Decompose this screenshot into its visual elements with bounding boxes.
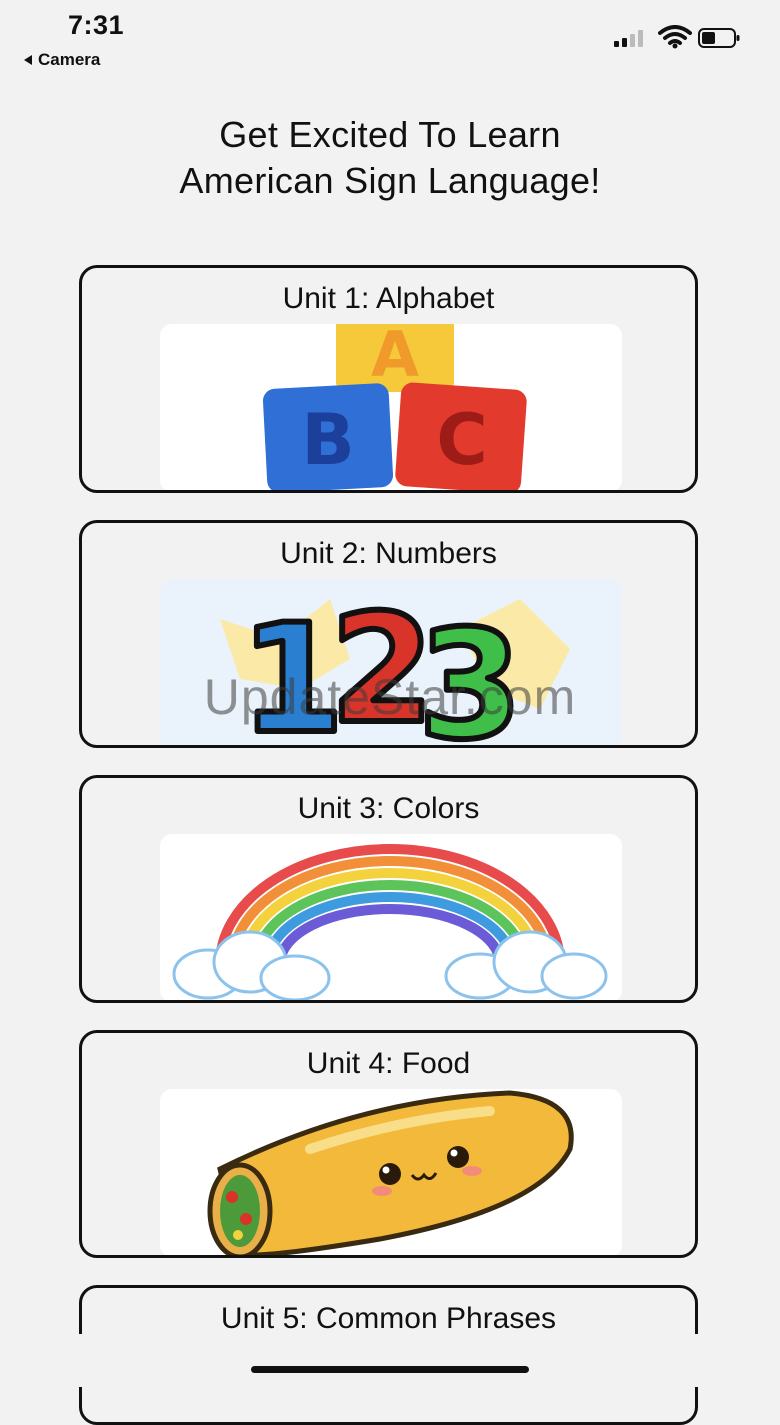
page-title: Get Excited To Learn American Sign Langu… [0,112,780,204]
svg-text:A: A [371,324,419,391]
wifi-icon [658,25,692,49]
abc-blocks-image: A B C [160,324,622,490]
unit-card-colors[interactable]: Unit 3: Colors [79,775,698,1003]
bottom-safe-area [0,1334,780,1387]
page-title-line1: Get Excited To Learn [219,114,561,155]
unit-card-alphabet[interactable]: Unit 1: Alphabet A B C [79,265,698,493]
numbers-123-image: 1 2 3 [160,579,622,747]
svg-text:B: B [301,399,354,481]
svg-text:3: 3 [418,599,522,747]
unit-label: Unit 5: Common Phrases [220,1302,557,1335]
battery-icon [698,28,740,48]
status-time: 7:31 [68,10,125,40]
page-title-line2: American Sign Language! [179,160,601,201]
back-triangle-icon [24,55,32,65]
unit-label: Unit 3: Colors [297,792,480,825]
cellular-signal-icon [614,29,643,47]
unit-label: Unit 2: Numbers [280,537,497,570]
unit-label: Unit 1: Alphabet [282,282,495,315]
home-indicator[interactable] [251,1366,529,1373]
unit-card-food[interactable]: Unit 4: Food [79,1030,698,1258]
unit-label: Unit 4: Food [306,1047,471,1080]
burrito-image [160,1089,622,1255]
status-bar: 7:31 Camera [0,0,780,80]
unit-card-numbers[interactable]: Unit 2: Numbers 1 2 3 [79,520,698,748]
rainbow-image [160,834,622,1000]
back-label: Camera [38,50,101,69]
svg-text:1: 1 [240,593,344,747]
back-to-camera-button[interactable]: Camera [24,50,100,70]
svg-text:C: C [436,399,487,481]
